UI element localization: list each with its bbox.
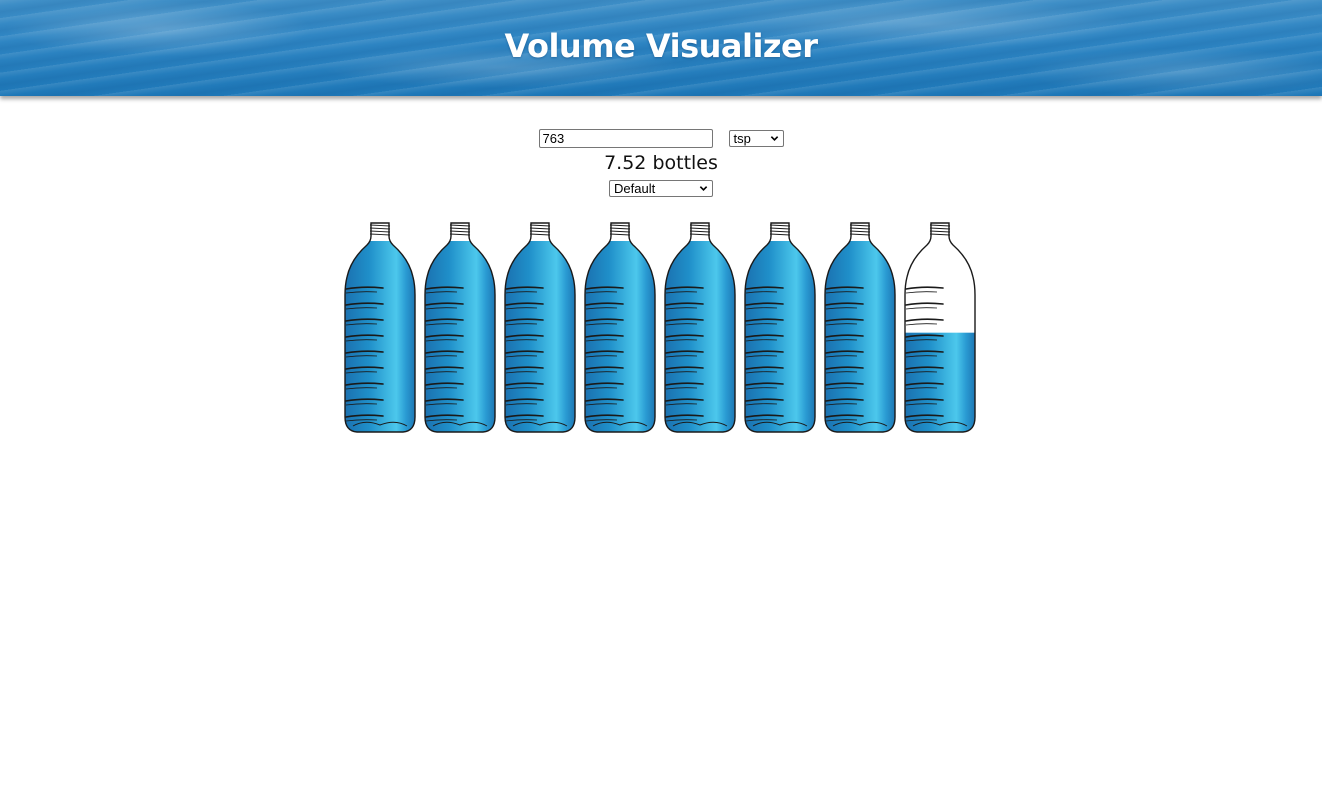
bottle-ridge — [905, 307, 938, 310]
bottle-5 — [664, 222, 736, 433]
bottle-cap-thread — [849, 233, 871, 236]
bottle-cap-thread — [849, 230, 871, 233]
result-text: 7.52 bottles — [604, 152, 718, 174]
bottle-cap-thread — [449, 224, 471, 227]
bottle-4 — [584, 222, 656, 433]
input-row: tsp — [0, 128, 1322, 148]
bottle-ridge — [905, 318, 944, 322]
bottle-liquid — [905, 332, 975, 432]
bottle-cap-thread — [849, 224, 871, 227]
bottle-cap-thread — [449, 227, 471, 230]
preset-row: Default — [0, 180, 1322, 197]
bottle-8 — [904, 222, 976, 433]
bottle-cap-thread — [929, 233, 951, 236]
bottle-cap-thread — [689, 230, 711, 233]
bottle-cap-thread — [529, 233, 551, 236]
bottle-3 — [504, 222, 576, 433]
bottle-cap-thread — [369, 233, 391, 236]
container-select-value: Default — [614, 181, 656, 196]
bottle-cap-thread — [769, 233, 791, 236]
bottle-cap-thread — [929, 230, 951, 233]
unit-select[interactable]: tsp — [728, 129, 784, 147]
chevron-down-icon — [770, 135, 778, 141]
bottle-cap-thread — [769, 230, 791, 233]
bottle-1 — [344, 222, 416, 433]
bottle-cap-thread — [849, 227, 871, 230]
bottle-cap-thread — [689, 227, 711, 230]
bottle-cap-thread — [929, 227, 951, 230]
bottle-7 — [824, 222, 896, 433]
bottle-cap-thread — [529, 227, 551, 230]
bottle-cap-thread — [449, 233, 471, 236]
controls-panel: tsp 7.52 bottles Default — [0, 128, 1322, 197]
bottle-cap-thread — [689, 233, 711, 236]
bottle-cap-thread — [369, 227, 391, 230]
bottle-ridge — [905, 291, 938, 294]
bottle-ridge — [905, 302, 944, 306]
bottle-cap-thread — [689, 224, 711, 227]
bottle-cap-thread — [769, 224, 791, 227]
bottle-cap-thread — [609, 224, 631, 227]
chevron-down-icon — [699, 186, 708, 191]
bottle-cap-thread — [529, 224, 551, 227]
header-banner: Volume Visualizer — [0, 0, 1322, 96]
bottle-ridge — [905, 286, 944, 290]
bottle-cap-thread — [609, 233, 631, 236]
bottle-cap-thread — [929, 224, 951, 227]
bottle-6 — [744, 222, 816, 433]
unit-select-value: tsp — [733, 130, 751, 146]
bottle-cap-thread — [449, 230, 471, 233]
bottle-2 — [424, 222, 496, 433]
bottle-cap-thread — [369, 224, 391, 227]
bottle-cap-thread — [609, 230, 631, 233]
bottle-ridge — [905, 323, 938, 326]
bottle-cap-thread — [529, 230, 551, 233]
container-select[interactable]: Default — [609, 180, 713, 197]
bottle-cap-thread — [609, 227, 631, 230]
amount-input[interactable] — [538, 128, 713, 148]
bottle-cap-thread — [769, 227, 791, 230]
bottle-cap-thread — [369, 230, 391, 233]
bottle-visualization — [343, 219, 977, 434]
page-title: Volume Visualizer — [504, 27, 818, 65]
